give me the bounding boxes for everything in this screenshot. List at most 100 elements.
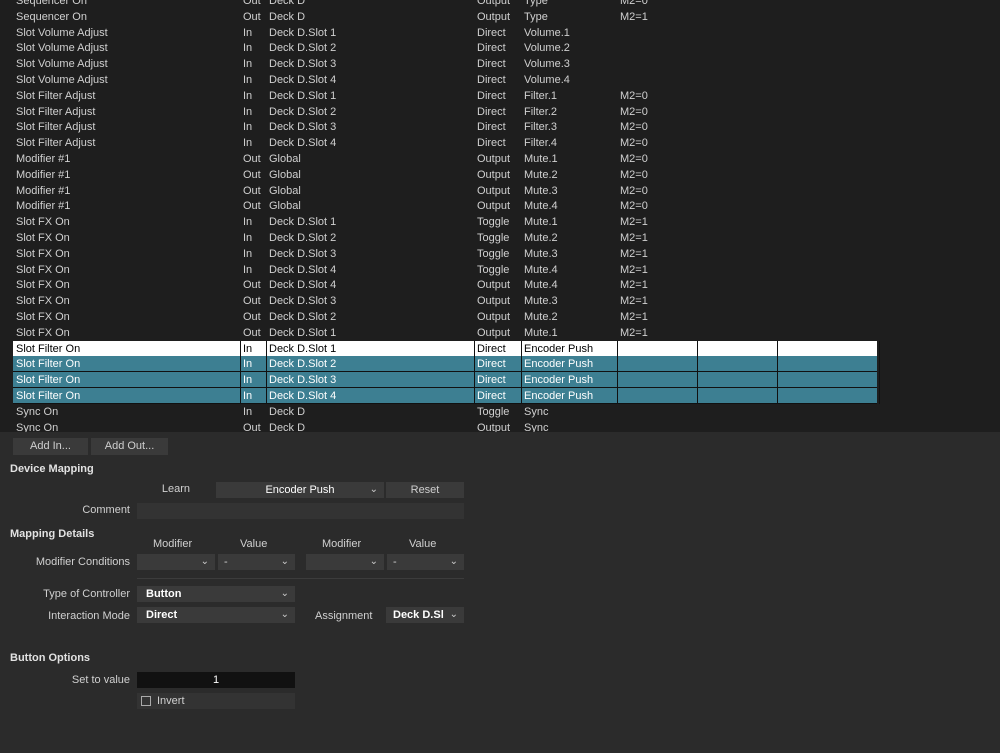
cell-interaction: Direct [477, 26, 506, 39]
cell-interaction: Direct [477, 74, 506, 86]
cell-control: Filter.1 [524, 89, 558, 102]
cell-control: Encoder Push [521, 372, 616, 389]
cell-interaction: Direct [474, 340, 521, 357]
cell-name: Slot FX On [16, 216, 70, 229]
cell-control: Type [524, 0, 548, 7]
table-row[interactable]: Slot Volume Adjust In Deck D.Slot 3 Direct V… [0, 56, 1000, 72]
cell-control: Sync [524, 421, 549, 432]
cell-name: Sequencer On [16, 0, 87, 7]
modifier-header-1: Modifier [153, 538, 193, 550]
cell-control: Sync [524, 405, 549, 418]
condition2-value-select[interactable]: - ⌄ [387, 554, 464, 570]
set-to-value-input[interactable]: 1 [137, 672, 295, 688]
cell-io: In [243, 263, 253, 276]
cell-control: Volume.1 [524, 26, 570, 39]
type-of-controller-select[interactable]: Button ⌄ [137, 586, 295, 602]
cell-device: Deck D.Slot 1 [266, 340, 474, 357]
cell-interaction: Output [477, 200, 511, 213]
invert-checkbox[interactable]: Invert [137, 693, 295, 709]
cell-name: Modifier #1 [16, 153, 71, 165]
cell-device: Deck D.Slot 2 [269, 42, 337, 55]
cell-io: Out [243, 10, 261, 23]
cell-device: Deck D.Slot 3 [266, 372, 474, 389]
mapping-list[interactable]: Sequencer On Out Deck D Output Type M2=0 Seque… [0, 0, 1000, 432]
cell-io: Out [243, 168, 261, 181]
modifier-header-2: Modifier [322, 538, 362, 550]
comment-input[interactable] [137, 503, 464, 519]
table-row[interactable]: Slot FX On Out Deck D.Slot 1 Output Mute.1 M2… [0, 325, 1000, 341]
cell-io: In [240, 356, 265, 373]
cell-interaction: Output [477, 0, 511, 7]
condition1-modifier-select[interactable]: ⌄ [137, 554, 215, 570]
cell-device: Deck D.Slot 1 [269, 26, 337, 39]
cell-interaction: Direct [477, 42, 506, 55]
interaction-mode-select[interactable]: Direct ⌄ [137, 607, 295, 623]
cell-interaction: Toggle [477, 216, 510, 229]
assignment-select[interactable]: Deck D.Sl ⌄ [386, 607, 464, 623]
table-row[interactable]: Modifier #1 Out Global Output Mute.4 M2=0 [0, 198, 1000, 214]
table-row[interactable]: Slot Volume Adjust In Deck D.Slot 2 Direct V… [0, 40, 1000, 56]
cell-name: Slot FX On [16, 232, 70, 244]
table-row[interactable]: Modifier #1 Out Global Output Mute.3 M2=0 [0, 183, 1000, 199]
table-row[interactable]: Slot Filter On In Deck D.Slot 4 Direct Encod… [13, 388, 880, 404]
control-select[interactable]: Encoder Push ⌄ [216, 482, 384, 498]
cell-device: Global [269, 184, 301, 197]
cell-name: Slot Volume Adjust [16, 58, 108, 71]
table-row[interactable]: Sequencer On Out Deck D Output Type M2=1 [0, 9, 1000, 25]
cell-name: Modifier #1 [16, 200, 71, 213]
cell-name: Slot FX On [16, 326, 70, 339]
table-row[interactable]: Sequencer On Out Deck D Output Type M2=0 [0, 0, 1000, 9]
cell-io: In [243, 216, 253, 229]
cell-interaction: Output [477, 10, 511, 23]
cell-modifier: M2=1 [620, 295, 648, 308]
cell-io: Out [243, 279, 261, 292]
cell-empty [697, 372, 778, 389]
cell-empty [777, 372, 880, 389]
table-row[interactable]: Slot FX On Out Deck D.Slot 2 Output Mute.2 M2… [0, 309, 1000, 325]
table-row[interactable]: Slot Filter Adjust In Deck D.Slot 4 Direct F… [0, 135, 1000, 151]
cell-control: Mute.3 [524, 295, 558, 308]
condition2-modifier-select[interactable]: ⌄ [306, 554, 384, 570]
add-out-button[interactable]: Add Out... [91, 438, 168, 455]
cell-device: Deck D.Slot 4 [269, 137, 337, 150]
table-row[interactable]: Slot Filter Adjust In Deck D.Slot 3 Direct F… [0, 119, 1000, 135]
condition1-value-select[interactable]: - ⌄ [218, 554, 295, 570]
table-row[interactable]: Slot Volume Adjust In Deck D.Slot 1 Direct V… [0, 25, 1000, 41]
chevron-down-icon: ⌄ [280, 556, 289, 567]
reset-button[interactable]: Reset [386, 482, 464, 498]
checkbox-icon [141, 696, 151, 706]
table-row[interactable]: Slot FX On In Deck D.Slot 4 Toggle Mute.4 M2=… [0, 262, 1000, 278]
table-row[interactable]: Slot FX On In Deck D.Slot 2 Toggle Mute.2 M2=… [0, 230, 1000, 246]
assignment-value: Deck D.Sl [393, 609, 444, 621]
control-select-value: Encoder Push [265, 484, 335, 496]
table-row[interactable]: Slot FX On In Deck D.Slot 3 Toggle Mute.3 M2=… [0, 246, 1000, 262]
chevron-down-icon: ⌄ [369, 484, 378, 495]
table-row[interactable]: Slot Filter On In Deck D.Slot 2 Direct Encod… [13, 356, 880, 373]
mapping-details-heading: Mapping Details [10, 528, 95, 540]
table-row[interactable]: Slot FX On Out Deck D.Slot 3 Output Mute.3 M2… [0, 293, 1000, 309]
table-row[interactable]: Slot Filter Adjust In Deck D.Slot 2 Direct F… [0, 104, 1000, 120]
cell-device: Deck D.Slot 4 [269, 279, 337, 292]
cell-device: Deck D.Slot 1 [269, 89, 337, 102]
table-row[interactable]: Slot Filter Adjust In Deck D.Slot 1 Direct F… [0, 88, 1000, 104]
cell-modifier: M2=1 [620, 247, 648, 260]
cell-interaction: Direct [477, 121, 506, 134]
table-row[interactable]: Slot Filter On In Deck D.Slot 3 Direct Encod… [13, 372, 880, 389]
cell-control: Mute.1 [524, 326, 558, 339]
cell-io: In [243, 137, 253, 150]
table-row[interactable]: Slot FX On Out Deck D.Slot 4 Output Mute.4 M2… [0, 277, 1000, 293]
cell-control: Mute.2 [524, 232, 558, 244]
table-row[interactable]: Sync On Out Deck D Output Sync [0, 420, 1000, 432]
table-row[interactable]: Slot FX On In Deck D.Slot 1 Toggle Mute.1 M2=… [0, 214, 1000, 230]
cell-empty [697, 340, 778, 357]
cell-control: Mute.1 [524, 153, 558, 165]
table-row[interactable]: Slot Volume Adjust In Deck D.Slot 4 Direct V… [0, 72, 1000, 88]
add-in-button[interactable]: Add In... [13, 438, 88, 455]
cell-device: Global [269, 168, 301, 181]
table-row[interactable]: Sync On In Deck D Toggle Sync [0, 404, 1000, 420]
table-row[interactable]: Slot Filter On In Deck D.Slot 1 Direct Encod… [13, 340, 880, 357]
table-row[interactable]: Modifier #1 Out Global Output Mute.2 M2=0 [0, 167, 1000, 183]
table-row[interactable]: Modifier #1 Out Global Output Mute.1 M2=0 [0, 151, 1000, 167]
cell-device: Deck D.Slot 2 [269, 105, 337, 118]
cell-control: Filter.3 [524, 121, 558, 134]
